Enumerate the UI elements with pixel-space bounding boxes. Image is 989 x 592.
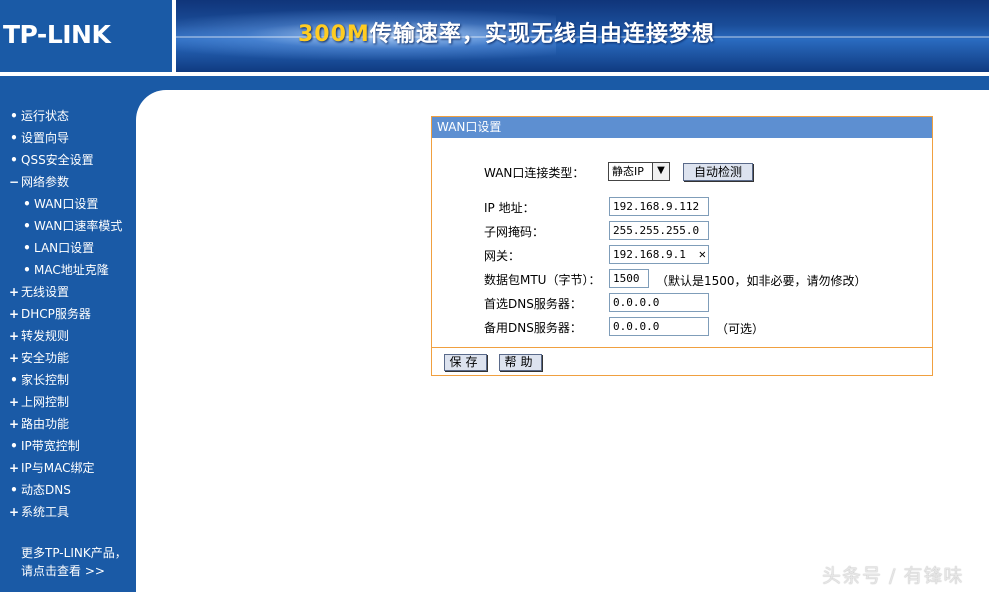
- sidebar-item-wan[interactable]: • WAN口设置: [0, 193, 136, 215]
- bullet-icon: •: [23, 263, 31, 277]
- wan-type-label: WAN口连接类型：: [484, 166, 585, 180]
- sidebar-item-access-control[interactable]: + 上网控制: [0, 391, 136, 413]
- expand-icon: +: [8, 329, 20, 343]
- banner: 300M传输速率，实现无线自由连接梦想: [176, 0, 989, 72]
- primary-dns-input[interactable]: 0.0.0.0: [609, 293, 709, 312]
- sidebar-item-parental[interactable]: • 家长控制: [0, 369, 136, 391]
- sidebar-item-wireless[interactable]: + 无线设置: [0, 281, 136, 303]
- expand-icon: +: [8, 505, 20, 519]
- sidebar-item-bandwidth[interactable]: • IP带宽控制: [0, 435, 136, 457]
- expand-icon: +: [8, 351, 20, 365]
- mtu-label: 数据包MTU（字节）：: [484, 273, 601, 287]
- sidebar-item-forwarding[interactable]: + 转发规则: [0, 325, 136, 347]
- panel-title: WAN口设置: [432, 117, 932, 138]
- sidebar-item-mac-clone[interactable]: • MAC地址克隆: [0, 259, 136, 281]
- bullet-icon: •: [23, 241, 31, 255]
- header-band: [0, 76, 989, 90]
- wan-settings-panel: WAN口设置 WAN口连接类型： 静态IP ▼ 自动检测 IP 地址： 192.…: [431, 116, 933, 376]
- mtu-input[interactable]: 1500: [609, 269, 649, 288]
- ip-label: IP 地址：: [484, 201, 535, 215]
- sidebar-item-routing[interactable]: + 路由功能: [0, 413, 136, 435]
- gateway-value: 192.168.9.1: [613, 248, 686, 261]
- sidebar-menu: • 运行状态 • 设置向导 • QSS安全设置 − 网络参数 • WAN口设置 • WAN口…: [0, 105, 136, 523]
- slogan-highlight: 300M: [298, 22, 370, 47]
- mask-label: 子网掩码：: [484, 225, 545, 239]
- panel-body: WAN口连接类型： 静态IP ▼ 自动检测 IP 地址： 192.168.9.1…: [432, 138, 932, 348]
- sidebar-item-wizard[interactable]: • 设置向导: [0, 127, 136, 149]
- bullet-icon: •: [10, 373, 18, 387]
- secondary-dns-input[interactable]: 0.0.0.0: [609, 317, 709, 336]
- wan-type-value: 静态IP: [612, 165, 644, 178]
- sidebar: • 运行状态 • 设置向导 • QSS安全设置 − 网络参数 • WAN口设置 • WAN口…: [0, 90, 136, 592]
- sidebar-item-qss[interactable]: • QSS安全设置: [0, 149, 136, 171]
- more-products-link[interactable]: 更多TP-LINK产品， 请点击查看 >>: [21, 544, 127, 580]
- sidebar-item-lan[interactable]: • LAN口设置: [0, 237, 136, 259]
- sidebar-item-ip-mac-binding[interactable]: + IP与MAC绑定: [0, 457, 136, 479]
- bullet-icon: •: [10, 439, 18, 453]
- secondary-dns-note: （可选）: [716, 322, 765, 336]
- collapse-icon: −: [8, 175, 20, 189]
- panel-footer: 保存 帮助: [432, 348, 932, 375]
- clear-icon[interactable]: ✕: [699, 246, 706, 263]
- sidebar-item-security[interactable]: + 安全功能: [0, 347, 136, 369]
- banner-slogan: 300M传输速率，实现无线自由连接梦想: [298, 16, 715, 48]
- expand-icon: +: [8, 461, 20, 475]
- sidebar-item-dhcp[interactable]: + DHCP服务器: [0, 303, 136, 325]
- sidebar-item-ddns[interactable]: • 动态DNS: [0, 479, 136, 501]
- expand-icon: +: [8, 285, 20, 299]
- bullet-icon: •: [23, 219, 31, 233]
- sidebar-item-status[interactable]: • 运行状态: [0, 105, 136, 127]
- ip-input[interactable]: 192.168.9.112: [609, 197, 709, 216]
- expand-icon: +: [8, 395, 20, 409]
- primary-dns-label: 首选DNS服务器：: [484, 297, 582, 311]
- tp-link-logo: TP-LINK: [3, 20, 111, 49]
- wan-type-select[interactable]: 静态IP ▼: [608, 162, 670, 181]
- sidebar-item-network[interactable]: − 网络参数: [0, 171, 136, 193]
- help-button[interactable]: 帮助: [499, 354, 542, 371]
- auto-detect-button[interactable]: 自动检测: [683, 163, 753, 181]
- more-products-line2: 请点击查看 >>: [21, 564, 105, 578]
- gateway-label: 网关：: [484, 249, 521, 263]
- logo-area: TP-LINK: [0, 0, 172, 72]
- sidebar-item-wan-speed[interactable]: • WAN口速率模式: [0, 215, 136, 237]
- subnet-mask-input[interactable]: 255.255.255.0: [609, 221, 709, 240]
- gateway-input[interactable]: 192.168.9.1 ✕: [609, 245, 709, 264]
- bullet-icon: •: [23, 197, 31, 211]
- save-button[interactable]: 保存: [444, 354, 487, 371]
- expand-icon: +: [8, 417, 20, 431]
- expand-icon: +: [8, 307, 20, 321]
- bullet-icon: •: [10, 131, 18, 145]
- mtu-note: （默认是1500，如非必要，请勿修改）: [656, 274, 867, 288]
- chevron-down-icon: ▼: [652, 163, 669, 180]
- bullet-icon: •: [10, 153, 18, 167]
- more-products-line1: 更多TP-LINK产品，: [21, 546, 127, 560]
- secondary-dns-label: 备用DNS服务器：: [484, 321, 582, 335]
- watermark: 头条号 / 有锋味: [822, 565, 964, 587]
- bullet-icon: •: [10, 109, 18, 123]
- sidebar-item-system-tools[interactable]: + 系统工具: [0, 501, 136, 523]
- slogan-text: 传输速率，实现无线自由连接梦想: [369, 22, 715, 47]
- header: TP-LINK 300M传输速率，实现无线自由连接梦想: [0, 0, 989, 90]
- bullet-icon: •: [10, 483, 18, 497]
